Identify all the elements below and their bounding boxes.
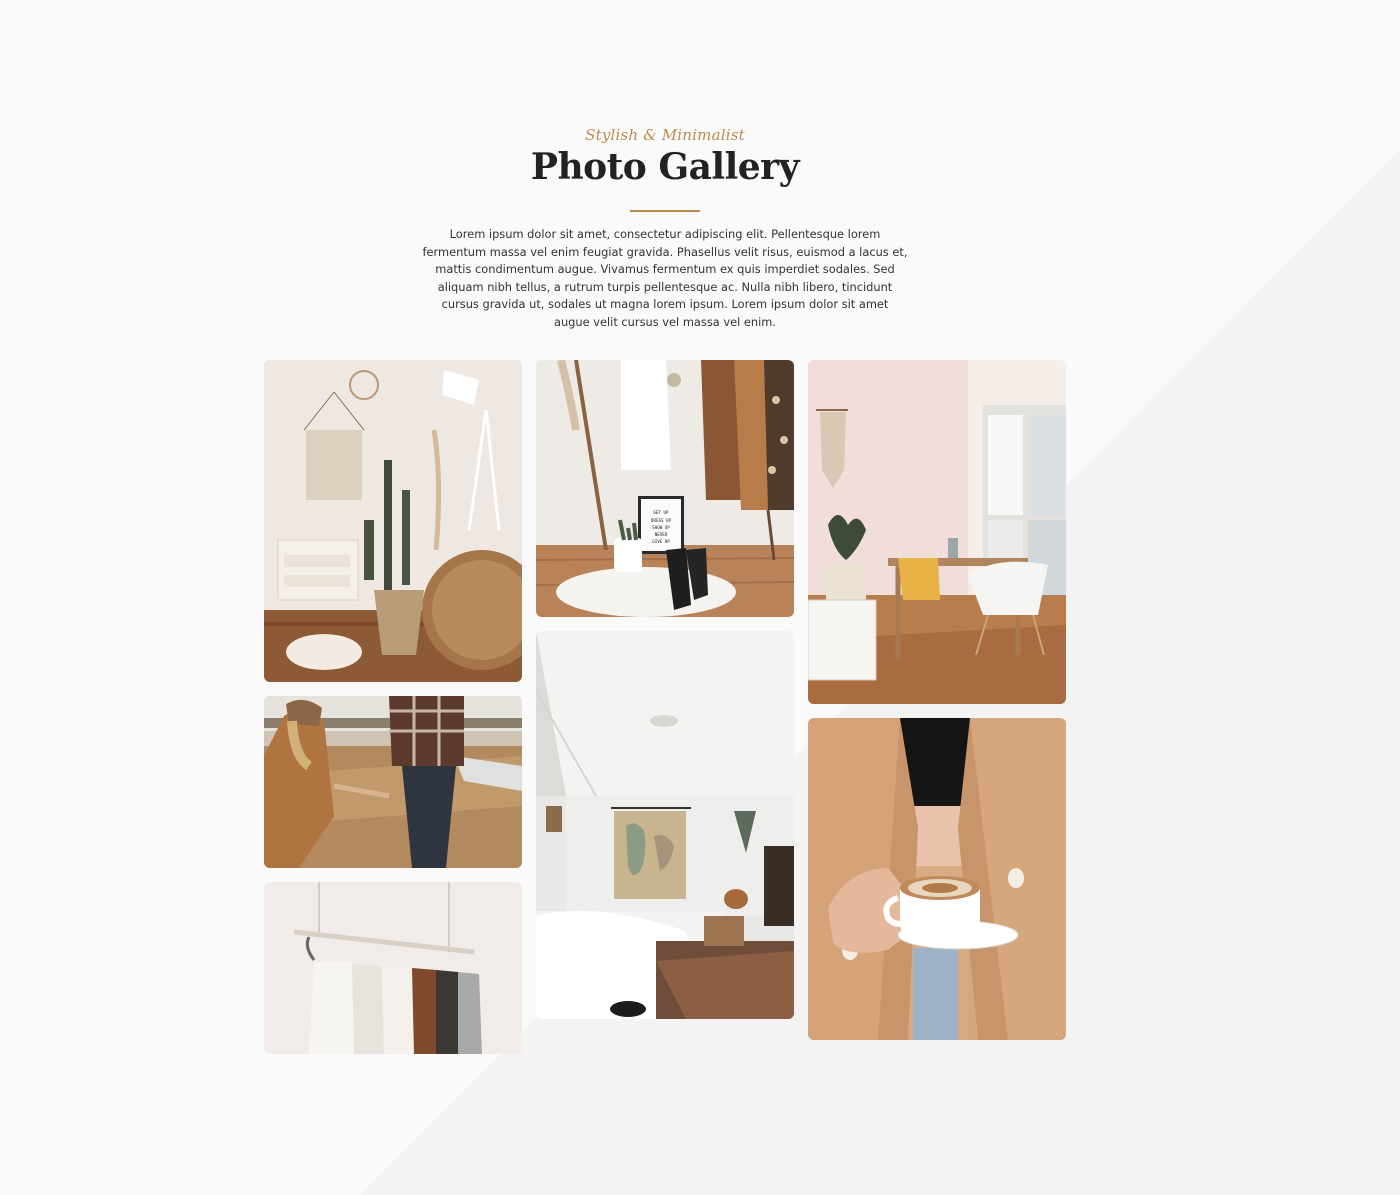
gallery-photo-dining-room[interactable] <box>808 360 1066 704</box>
letter-board-line-2: DRESS UP <box>651 518 672 523</box>
letter-board-line-1: GET UP <box>653 510 669 515</box>
letter-board-line-5: GIVE UP <box>652 539 670 544</box>
section-eyebrow: Stylish & Minimalist <box>585 126 745 144</box>
gallery-photo-boho-bedroom[interactable] <box>264 360 522 682</box>
letter-board-line-3: SHOW UP <box>652 525 670 530</box>
coffee-blazer-image <box>808 718 1066 1040</box>
letter-board-line-4: NEVER <box>655 532 668 537</box>
boho-bedroom-image <box>264 360 522 682</box>
gallery-photo-attic-bedroom[interactable] <box>536 631 794 1019</box>
dining-room-image <box>808 360 1066 704</box>
gallery-photo-clothes-rail[interactable] <box>264 882 522 1054</box>
page-title: Photo Gallery <box>530 146 800 188</box>
letter-board-image: GET UP DRESS UP SHOW UP NEVER GIVE UP <box>536 360 794 617</box>
title-divider <box>630 210 700 212</box>
clothes-rail-image <box>264 882 522 1054</box>
section-description: Lorem ipsum dolor sit amet, consectetur … <box>422 227 908 329</box>
gallery-page: Stylish & Minimalist Photo Gallery Lorem… <box>0 0 1400 1195</box>
attic-bedroom-image <box>536 631 794 1019</box>
gallery-photo-letter-board[interactable]: GET UP DRESS UP SHOW UP NEVER GIVE UP <box>536 360 794 617</box>
gallery-photo-couple-field[interactable] <box>264 696 522 868</box>
gallery-photo-coffee-blazer[interactable] <box>808 718 1066 1040</box>
couple-field-image <box>264 696 522 868</box>
